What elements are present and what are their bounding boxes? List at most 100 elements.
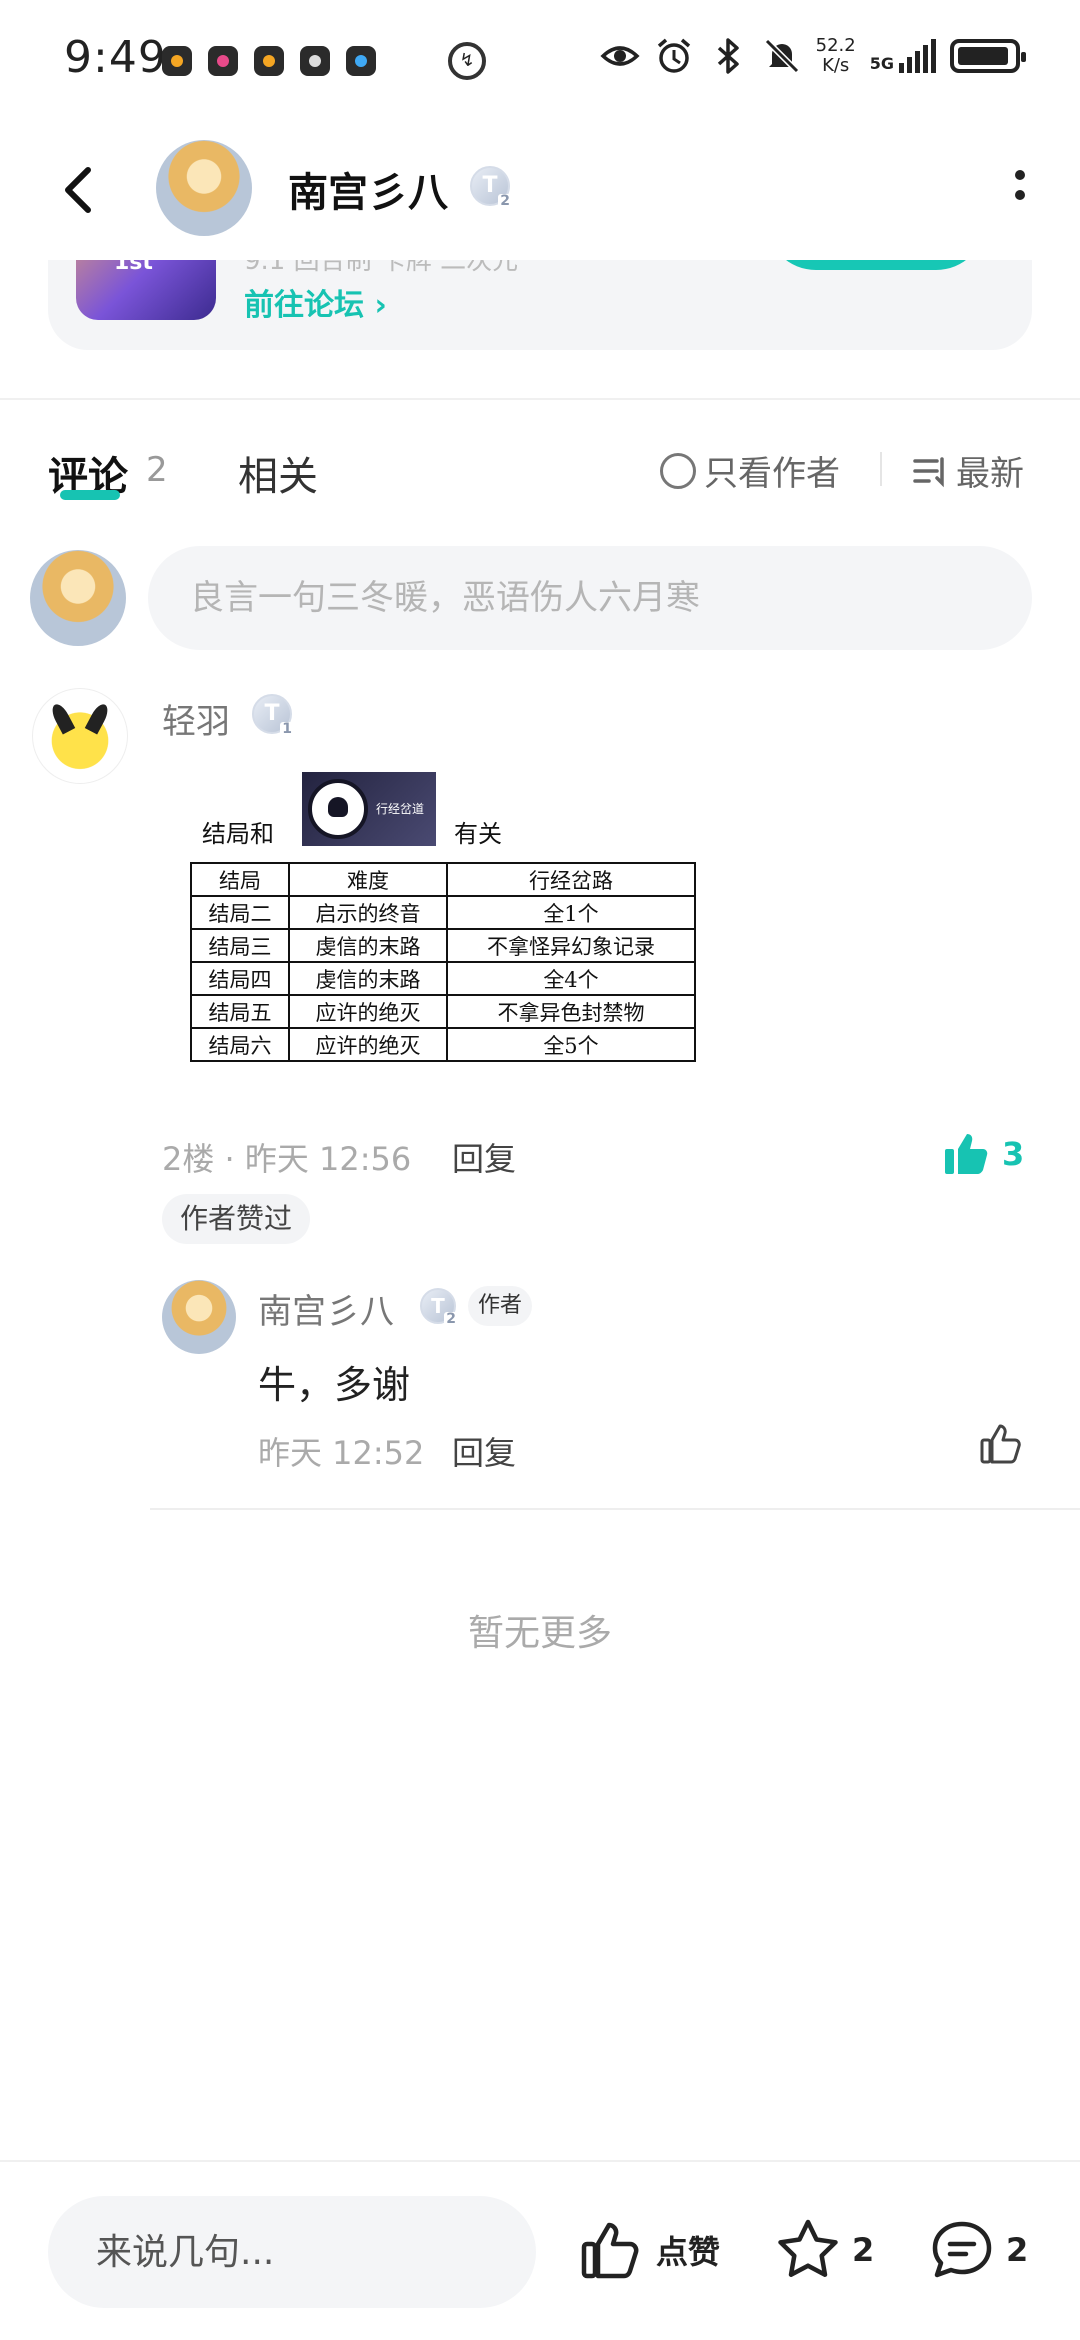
level-badge-icon: T 2 [470,166,512,209]
table-cell: 结局三 [190,928,290,963]
comment-image[interactable]: 结局和 行经岔道 有关 结局 难度 行经岔路 结局二 启示的终音 全1个 结局三… [188,770,700,1070]
table-header-cell: 结局 [190,862,290,897]
chevron-right-icon: › [374,288,387,323]
comments-button[interactable]: 2 [928,2216,1028,2284]
image-heading: 结局和 行经岔道 有关 [188,770,700,854]
table-header-cell: 难度 [288,862,448,897]
image-heading-suffix: 有关 [454,820,502,848]
reply-button[interactable]: 回复 [452,1428,516,1474]
table-cell: 虔信的末路 [288,928,448,963]
bottom-comment-input[interactable] [48,2196,536,2308]
path-logo: 行经岔道 [302,772,436,846]
network-speed: 52.2 K/s [816,36,856,76]
table-cell: 结局四 [190,961,290,996]
author-liked-badge: 作者赞过 [162,1194,311,1244]
level-number: 1 [280,721,294,737]
signal-icon: 5G [870,39,936,73]
section-divider [0,398,1080,400]
ending-table: 结局 难度 行经岔路 结局二 启示的终音 全1个 结局三 虔信的末路 不拿怪异幻… [190,862,696,1062]
like-post-button[interactable]: 点赞 [578,2216,720,2284]
author-tag: 作者 [468,1286,533,1326]
level-letter: T [431,1294,445,1318]
favorite-button[interactable]: 2 [774,2216,874,2284]
image-heading-prefix: 结局和 [202,820,274,848]
eye-icon [600,46,640,66]
reply-author-avatar[interactable] [162,1280,236,1354]
status-bar: 9:49 ↯ 52.2 K/s 5G [0,0,1080,120]
go-to-forum-link[interactable]: 前往论坛 › [244,280,387,324]
table-cell: 虔信的末路 [288,961,448,996]
data-saver-icon: ↯ [448,42,486,80]
table-cell: 启示的终音 [288,895,448,930]
notification-icons [162,46,376,76]
thumbs-up-icon [581,2222,639,2279]
comment-input[interactable] [148,546,1032,650]
reply-divider [150,1508,1080,1510]
like-count: 3 [1002,1135,1025,1173]
level-letter: T [482,173,498,198]
table-cell: 不拿异色封禁物 [446,994,696,1029]
comment-count: 2 [1006,2231,1029,2269]
network-type: 5G [869,54,894,73]
no-more-text: 暂无更多 [467,1613,612,1654]
battery-icon [950,39,1026,73]
table-cell: 应许的绝灭 [288,1027,448,1062]
network-speed-unit: K/s [822,55,850,76]
comment-like-button[interactable]: 3 [942,1128,1024,1180]
table-header-row: 结局 难度 行经岔路 [190,862,696,897]
comment-count: 2 [146,450,168,490]
path-logo-text: 行经岔道 [376,802,425,816]
level-number: 2 [498,193,512,209]
table-row: 结局三 虔信的末路 不拿怪异幻象记录 [190,928,696,963]
reply-author-name[interactable]: 南宫彡八 [258,1284,394,1333]
favorite-count: 2 [852,2231,875,2269]
thumbs-up-icon[interactable] [978,1420,1026,1468]
network-speed-value: 52.2 [815,35,856,56]
level-number: 2 [444,1311,458,1327]
tab-related[interactable]: 相关 [238,444,318,502]
table-cell: 结局六 [190,1027,290,1062]
level-badge-icon: T 2 [420,1288,458,1327]
level-badge-icon: T 1 [252,694,294,737]
table-header-cell: 行经岔路 [446,862,696,897]
table-row: 结局六 应许的绝灭 全5个 [190,1027,696,1062]
author-name[interactable]: 南宫彡八 [288,160,448,218]
like-label: 点赞 [656,2233,721,2271]
table-cell: 全1个 [446,895,696,930]
status-right-icons: 52.2 K/s 5G [600,36,1026,76]
sort-newest-button[interactable]: 最新 [912,446,1024,495]
star-icon [778,2219,838,2277]
table-row: 结局五 应许的绝灭 不拿异色封禁物 [190,994,696,1029]
status-time: 9:49 [64,32,167,83]
author-only-toggle[interactable]: 只看作者 [660,446,840,495]
reply-meta: 昨天 12:52 [258,1434,425,1472]
app-notification-icon [346,46,376,76]
go-to-forum-label: 前往论坛 [244,288,364,323]
table-cell: 结局五 [190,994,290,1029]
mute-icon [764,38,799,74]
table-cell: 不拿怪异幻象记录 [446,928,696,963]
table-row: 结局四 虔信的末路 全4个 [190,961,696,996]
author-avatar[interactable] [156,140,252,236]
commenter-avatar[interactable] [32,688,128,784]
my-avatar [30,550,126,646]
author-only-label: 只看作者 [704,454,840,494]
tab-active-indicator [60,490,120,500]
back-arrow-icon[interactable] [52,160,112,220]
app-notification-icon [254,46,284,76]
radio-circle-icon [660,452,696,489]
bulb-icon [308,779,368,839]
alarm-icon [657,38,690,73]
reply-button[interactable]: 回复 [452,1134,516,1180]
reply-text: 牛，多谢 [258,1363,411,1407]
bottom-action-bar: 点赞 2 2 [0,2160,1080,2340]
level-letter: T [264,701,280,726]
table-cell: 应许的绝灭 [288,994,448,1029]
app-notification-icon [208,46,238,76]
more-options-icon[interactable] [1008,166,1032,214]
table-row: 结局二 启示的终音 全1个 [190,895,696,930]
table-cell: 结局二 [190,895,290,930]
table-cell: 全5个 [446,1027,696,1062]
sort-icon [913,456,944,487]
commenter-name[interactable]: 轻羽 [162,694,230,743]
